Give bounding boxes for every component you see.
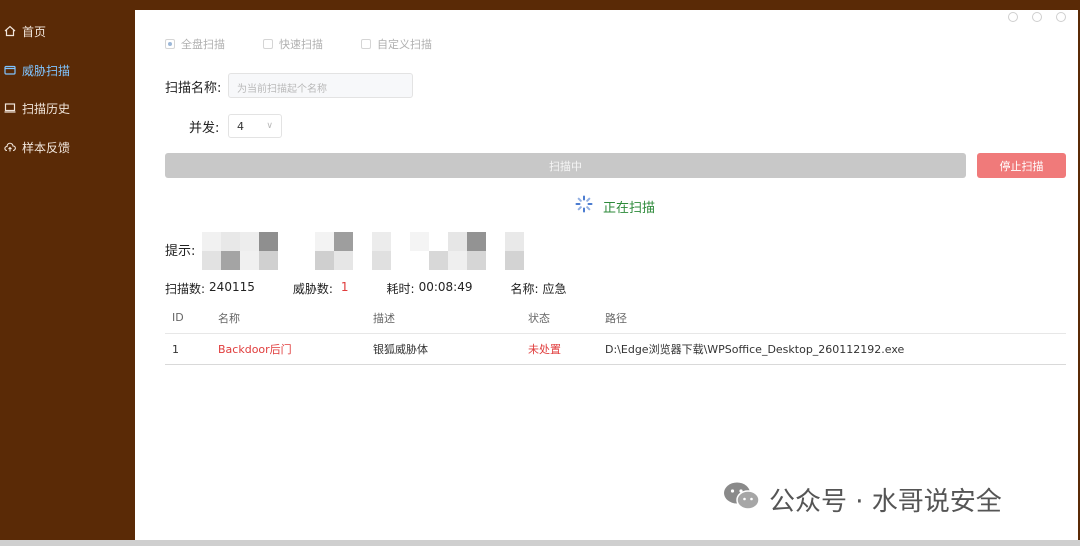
- column-header-path: 路径: [605, 311, 627, 325]
- radio-label: 快速扫描: [279, 38, 323, 51]
- radio-label: 自定义扫描: [377, 38, 432, 51]
- cell-path: D:\Edge浏览器下载\WPSoffice_Desktop_260112192…: [605, 343, 905, 356]
- scan-name-stat-label: 名称:: [510, 282, 539, 296]
- bottom-scrollbar: [0, 540, 1080, 546]
- scan-name-input[interactable]: 为当前扫描起个名称: [228, 73, 413, 98]
- scan-name-label: 扫描名称:: [165, 81, 222, 96]
- sidebar-item-sample-feedback[interactable]: 样本反馈: [0, 133, 135, 161]
- loading-spinner-icon: [575, 195, 593, 217]
- concurrency-value: 4: [237, 119, 244, 133]
- concurrency-select[interactable]: 4 ∨: [228, 114, 282, 138]
- table-header: ID 名称 描述 状态 路径: [165, 302, 1066, 334]
- radio-custom-scan[interactable]: 自定义扫描: [361, 36, 432, 52]
- elapsed-value: 00:08:49: [418, 280, 473, 294]
- radio-indicator-icon: [263, 39, 273, 49]
- scanning-status: 正在扫描: [575, 195, 655, 217]
- scanning-text: 正在扫描: [603, 200, 656, 216]
- radio-indicator-icon: [165, 39, 175, 49]
- window-control-icon[interactable]: [1056, 12, 1066, 22]
- hint-label: 提示:: [165, 244, 196, 259]
- radio-indicator-icon: [361, 39, 371, 49]
- home-icon: [4, 25, 16, 37]
- table-row[interactable]: 1 Backdoor后门 银狐威胁体 未处置 D:\Edge浏览器下载\WPSo…: [165, 334, 1066, 365]
- sidebar-item-home[interactable]: 首页: [0, 17, 135, 45]
- cell-id: 1: [172, 342, 179, 356]
- cell-description: 银狐威胁体: [373, 343, 428, 356]
- cell-status: 未处置: [528, 343, 561, 356]
- column-header-name: 名称: [218, 311, 240, 325]
- chevron-down-icon: ∨: [266, 121, 273, 131]
- scan-name-stat-value: 应急: [542, 282, 567, 296]
- scanned-count-value: 240115: [209, 280, 255, 294]
- sidebar-item-label: 样本反馈: [22, 140, 71, 155]
- scan-mode-group: 全盘扫描 快速扫描 自定义扫描: [165, 36, 432, 52]
- elapsed-label: 耗时:: [386, 282, 415, 296]
- cell-threat-name: Backdoor后门: [218, 343, 292, 356]
- wechat-icon: [723, 480, 761, 519]
- threat-count-value: 1: [340, 280, 349, 294]
- sidebar-item-threat-scan[interactable]: 威胁扫描: [0, 56, 135, 84]
- threat-table: ID 名称 描述 状态 路径 1 Backdoor后门 银狐威胁体 未处置 D:…: [165, 302, 1066, 365]
- scan-icon: [4, 64, 16, 76]
- column-header-status: 状态: [528, 311, 550, 325]
- window-control-icon[interactable]: [1032, 12, 1042, 22]
- main-panel: 全盘扫描 快速扫描 自定义扫描 扫描名称: 为当前扫描起个名称 并发: 4 ∨ …: [135, 10, 1078, 540]
- watermark: 公众号 · 水哥说安全: [723, 480, 1002, 519]
- radio-quick-scan[interactable]: 快速扫描: [263, 36, 323, 52]
- scan-stats: 扫描数: 240115 威胁数: 1 耗时: 00:08:49 名称: 应急: [165, 280, 567, 297]
- window-controls: [1008, 12, 1066, 22]
- history-icon: [4, 102, 16, 114]
- threat-count-label: 威胁数:: [292, 282, 333, 296]
- cloud-upload-icon: [4, 141, 16, 153]
- stop-scan-button[interactable]: 停止扫描: [977, 153, 1066, 178]
- column-header-id: ID: [172, 311, 184, 324]
- column-header-desc: 描述: [373, 311, 395, 325]
- scanned-count-label: 扫描数:: [165, 282, 206, 296]
- hint-redacted-content: [202, 232, 532, 270]
- sidebar-item-label: 威胁扫描: [22, 63, 71, 78]
- radio-label: 全盘扫描: [181, 38, 225, 51]
- radio-full-scan[interactable]: 全盘扫描: [165, 36, 225, 52]
- scanning-progress-button: 扫描中: [165, 153, 966, 178]
- window-control-icon[interactable]: [1008, 12, 1018, 22]
- concurrency-label: 并发:: [189, 121, 220, 136]
- sidebar-item-scan-history[interactable]: 扫描历史: [0, 94, 135, 122]
- watermark-text: 公众号 · 水哥说安全: [769, 487, 1002, 517]
- window-top-strip: [0, 0, 1080, 10]
- sidebar-item-label: 扫描历史: [22, 101, 71, 116]
- sidebar: 首页 威胁扫描 扫描历史 样本反馈: [0, 10, 135, 546]
- sidebar-item-label: 首页: [22, 24, 47, 39]
